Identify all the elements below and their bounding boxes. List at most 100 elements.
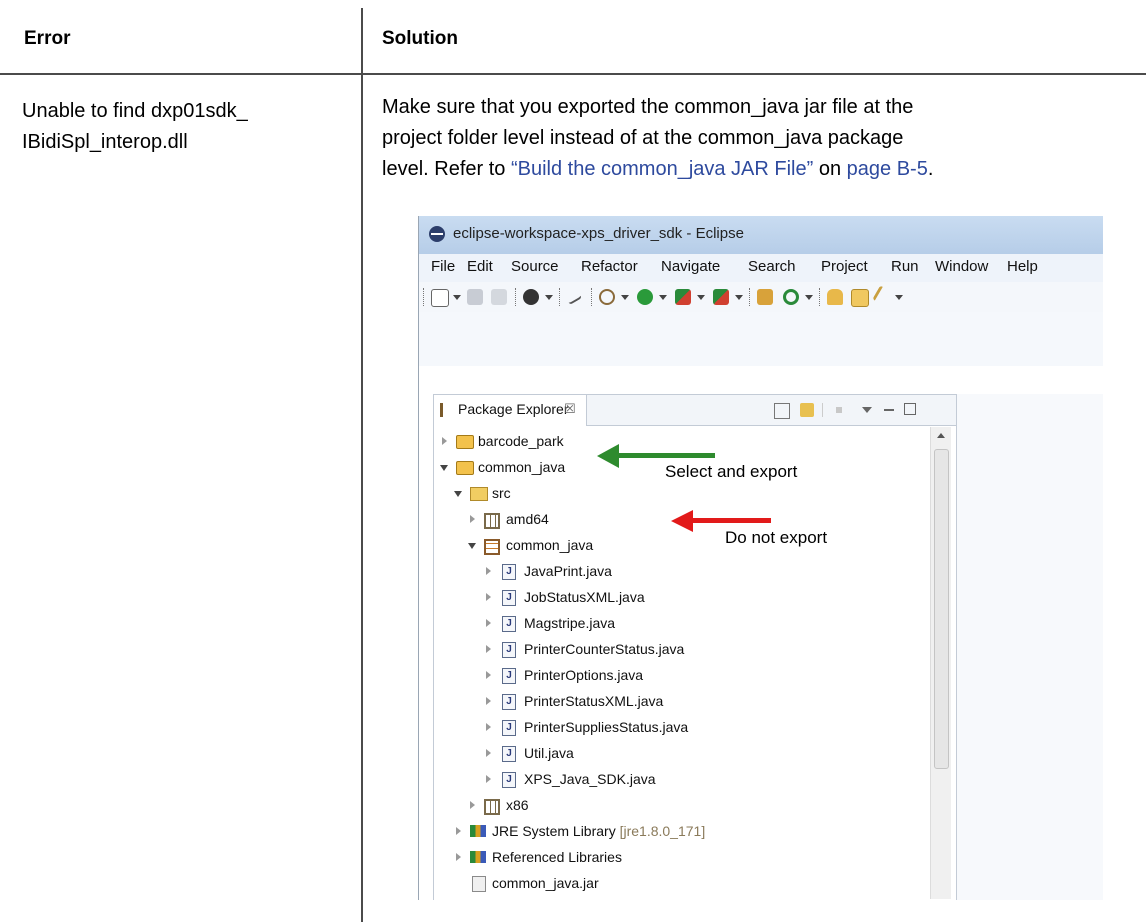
expand-icon[interactable]	[470, 515, 475, 523]
java-file-icon: J	[502, 642, 516, 658]
tree-label: common_java	[506, 537, 594, 553]
toolbar-spacer	[419, 312, 1103, 366]
pin-icon[interactable]	[565, 291, 583, 305]
chevron-down-icon[interactable]	[895, 295, 903, 300]
tree-label: common_java	[478, 459, 566, 475]
toolbar	[419, 282, 1103, 312]
build-jar-link[interactable]: “Build the common_java JAR File”	[511, 158, 813, 180]
collapse-all-icon[interactable]	[774, 403, 790, 419]
tree-item-java-file[interactable]: J Magstripe.java	[434, 611, 914, 637]
save-icon[interactable]	[467, 289, 483, 305]
tab-label: Package Explorer	[458, 401, 569, 417]
expand-icon[interactable]	[442, 437, 447, 445]
focus-icon[interactable]	[836, 407, 842, 413]
tree-item-jar[interactable]: common_java.jar	[434, 871, 914, 897]
tree-item-referenced-libraries[interactable]: Referenced Libraries	[434, 845, 914, 871]
tree-label: PrinterSuppliesStatus.java	[524, 719, 689, 735]
debug-icon[interactable]	[599, 289, 615, 305]
tree-item-java-file[interactable]: J JobStatusXML.java	[434, 585, 914, 611]
expand-icon[interactable]	[470, 801, 475, 809]
project-folder-icon	[456, 435, 474, 449]
chevron-down-icon[interactable]	[805, 295, 813, 300]
expand-icon[interactable]	[456, 853, 461, 861]
expand-icon[interactable]	[486, 619, 491, 627]
collapse-icon[interactable]	[454, 491, 462, 497]
tree-item-barcode-park[interactable]: barcode_park	[434, 429, 914, 455]
expand-icon[interactable]	[486, 723, 491, 731]
external-tools-icon[interactable]	[675, 289, 691, 305]
expand-icon[interactable]	[486, 697, 491, 705]
expand-icon[interactable]	[486, 645, 491, 653]
menu-edit[interactable]: Edit	[467, 258, 493, 275]
project-folder-icon	[456, 461, 474, 475]
menu-navigate[interactable]: Navigate	[661, 258, 720, 275]
menu-help[interactable]: Help	[1007, 258, 1038, 275]
chevron-down-icon[interactable]	[453, 295, 461, 300]
tree-label: barcode_park	[478, 433, 564, 449]
collapse-icon[interactable]	[440, 465, 448, 471]
tree-item-java-file[interactable]: J PrinterSuppliesStatus.java	[434, 715, 914, 741]
menu-project[interactable]: Project	[821, 258, 868, 275]
tree-item-x86[interactable]: x86	[434, 793, 914, 819]
tab-package-explorer[interactable]: Package Explorer ☒	[434, 395, 587, 425]
tree-item-java-file[interactable]: J PrinterCounterStatus.java	[434, 637, 914, 663]
maximize-icon[interactable]	[904, 403, 916, 415]
scrollbar[interactable]	[930, 427, 951, 899]
collapse-icon[interactable]	[468, 543, 476, 549]
view-toolbar-separator	[822, 403, 823, 417]
package-icon	[484, 539, 500, 555]
window-title: eclipse-workspace-xps_driver_sdk - Eclip…	[453, 225, 744, 242]
expand-icon[interactable]	[456, 827, 461, 835]
new-class-icon[interactable]	[783, 289, 799, 305]
menu-window[interactable]: Window	[935, 258, 988, 275]
tree-label: x86	[506, 797, 529, 813]
solution-line-3-pre: level. Refer to	[382, 158, 511, 180]
tree-item-jre[interactable]: JRE System Library [jre1.8.0_171]	[434, 819, 914, 845]
tree-item-common-java-package[interactable]: common_java	[434, 533, 914, 559]
chevron-down-icon[interactable]	[621, 295, 629, 300]
user-icon[interactable]	[523, 289, 539, 305]
expand-icon[interactable]	[486, 671, 491, 679]
minimize-icon[interactable]	[884, 409, 894, 411]
chevron-down-icon[interactable]	[735, 295, 743, 300]
expand-icon[interactable]	[486, 567, 491, 575]
tree-item-java-file[interactable]: J XPS_Java_SDK.java	[434, 767, 914, 793]
expand-icon[interactable]	[486, 749, 491, 757]
chevron-down-icon[interactable]	[697, 295, 705, 300]
tree-item-src[interactable]: src	[434, 481, 914, 507]
chevron-down-icon[interactable]	[545, 295, 553, 300]
menu-file[interactable]: File	[431, 258, 455, 275]
page-link[interactable]: page B-5	[847, 158, 928, 180]
save-all-icon[interactable]	[491, 289, 507, 305]
scrollbar-thumb[interactable]	[934, 449, 949, 769]
java-file-icon: J	[502, 772, 516, 788]
open-folder-icon[interactable]	[851, 289, 869, 307]
tree-item-java-file[interactable]: J PrinterStatusXML.java	[434, 689, 914, 715]
close-icon[interactable]: ☒	[564, 401, 576, 417]
menu-search[interactable]: Search	[748, 258, 796, 275]
expand-icon[interactable]	[486, 593, 491, 601]
view-menu-icon[interactable]	[862, 407, 872, 413]
search-icon[interactable]	[872, 285, 897, 309]
tree-item-emboss-indent[interactable]: emboss_indent	[434, 897, 914, 900]
new-file-icon[interactable]	[431, 289, 449, 307]
menu-source[interactable]: Source	[511, 258, 559, 275]
tree-item-java-file[interactable]: J JavaPrint.java	[434, 559, 914, 585]
open-type-icon[interactable]	[827, 289, 843, 305]
new-package-icon[interactable]	[757, 289, 773, 305]
scroll-up-icon[interactable]	[937, 433, 945, 438]
tree-label: PrinterCounterStatus.java	[524, 641, 685, 657]
menu-run[interactable]: Run	[891, 258, 919, 275]
tree-item-java-file[interactable]: J PrinterOptions.java	[434, 663, 914, 689]
toolbar-separator	[749, 288, 751, 306]
tree-label: JavaPrint.java	[524, 563, 612, 579]
error-line-1: Unable to find dxp01sdk_	[22, 100, 248, 122]
menu-refactor[interactable]: Refactor	[581, 258, 638, 275]
run-icon[interactable]	[637, 289, 653, 305]
menu-bar: File Edit Source Refactor Navigate Searc…	[419, 254, 1103, 283]
link-editor-icon[interactable]	[800, 403, 814, 417]
chevron-down-icon[interactable]	[659, 295, 667, 300]
tree-item-java-file[interactable]: J Util.java	[434, 741, 914, 767]
coverage-icon[interactable]	[713, 289, 729, 305]
expand-icon[interactable]	[486, 775, 491, 783]
